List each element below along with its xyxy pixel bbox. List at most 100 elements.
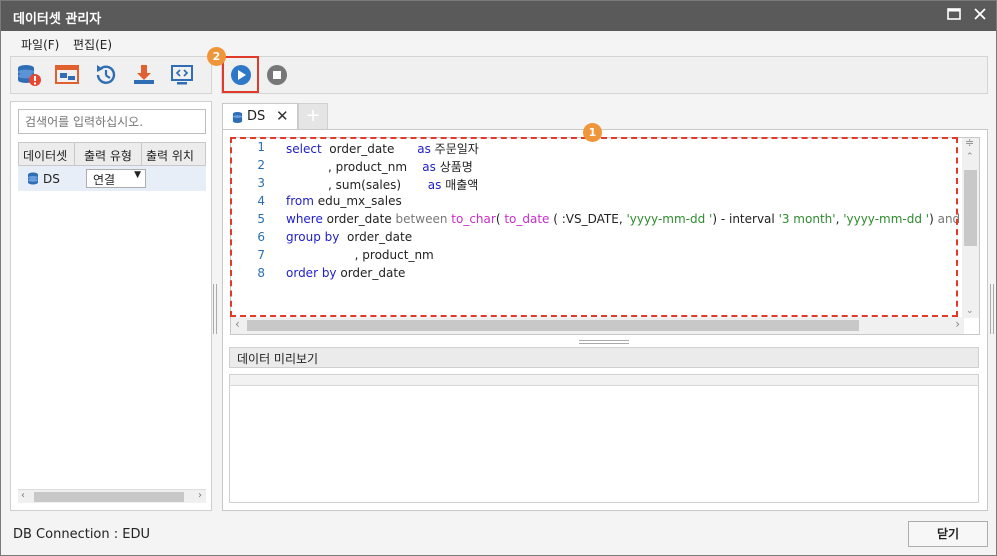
code-token: between [395,212,448,226]
code-text: , product_nm as 상품명 [286,158,473,175]
preview-grid-header [230,375,978,386]
left-horizontal-scrollbar[interactable]: ‹ › [18,489,206,503]
code-token: and [937,212,961,226]
code-line: 2 , product_nm as 상품명 [231,158,961,176]
code-token: order_date [322,212,396,226]
history-icon[interactable] [93,62,119,88]
code-text: from edu_mx_sales [286,194,402,208]
code-token: ( :VS_DATE, [549,212,627,226]
line-number: 3 [257,176,265,190]
database-icon [28,172,38,185]
database-icon [232,112,243,123]
scroll-down-icon[interactable]: ⌄ [966,306,974,316]
code-token: order by [286,266,337,280]
line-number: 2 [257,158,265,172]
code-token: , product_nm [286,248,434,262]
code-token: 매출액 [441,178,479,192]
code-token: as [422,160,436,174]
sql-editor[interactable]: 1 select order_date as 주문일자 2 , product_nm… [230,137,980,335]
scroll-up-icon[interactable]: ⌃ [966,152,974,162]
line-number: 5 [257,212,265,226]
code-token: 'yyyy-mm-dd ' [843,212,930,226]
maximize-icon[interactable] [943,5,965,27]
screen-code-icon[interactable] [169,62,195,88]
menu-bar: 파일(F) 편집(E) [1,31,996,55]
scroll-left-icon[interactable]: ‹ [21,490,25,501]
run-highlight-box [222,56,259,93]
code-line: 4 from edu_mx_sales [231,194,961,212]
code-token: ) - interval [712,212,779,226]
col-output-location[interactable]: 출력 위치 [142,143,205,165]
stop-query-icon[interactable] [264,62,290,88]
scroll-thumb[interactable] [964,170,977,246]
editor-preview-splitter[interactable] [579,340,629,344]
code-token: group by [286,230,340,244]
line-number: 7 [257,248,265,262]
code-token: ) [929,212,938,226]
code-line: 1 select order_date as 주문일자 [231,140,961,158]
download-icon[interactable] [131,62,157,88]
split-editor-icon[interactable]: ≑ [965,138,974,149]
preview-grid [229,374,979,503]
chevron-down-icon: ▼ [134,170,141,180]
code-text: select order_date as 주문일자 [286,140,479,157]
line-number: 6 [257,230,265,244]
code-token: 상품명 [435,160,473,174]
col-dataset[interactable]: 데이터셋 [19,143,75,165]
code-line: 7 , product_nm [231,248,961,266]
code-token: where [286,212,323,226]
editor-horizontal-scrollbar[interactable]: ‹ › [231,317,964,334]
code-token: , product_nm [286,160,423,174]
code-token: from [286,194,314,208]
tab-ds[interactable]: DS ✕ [222,103,298,130]
code-token: order_date [336,266,406,280]
menu-file[interactable]: 파일(F) [21,36,59,53]
code-line: 5 where order_date between to_char( to_da… [231,212,979,230]
code-token: order_date [321,142,418,156]
callout-badge-2: 2 [207,47,226,66]
line-number: 1 [257,140,265,154]
tab-close-icon[interactable]: ✕ [276,107,289,125]
code-line: 6 group by order_date [231,230,961,248]
search-input[interactable] [18,109,206,134]
scroll-right-icon[interactable]: › [198,490,202,501]
title-bar: 데이터셋 관리자 [1,1,996,31]
code-text: where order_date between to_char( to_dat… [286,212,979,226]
code-text: order by order_date [286,266,405,280]
code-token: 주문일자 [430,142,479,156]
output-type-select[interactable]: 연결 ▼ [86,169,146,188]
code-token: to_date [504,212,550,226]
window-title: 데이터셋 관리자 [13,12,102,27]
scroll-left-icon[interactable]: ‹ [235,317,240,331]
window-link-icon[interactable] [54,62,80,88]
scroll-right-icon[interactable]: › [955,317,960,331]
dataset-name: DS [43,171,60,186]
right-splitter[interactable] [990,284,994,334]
code-text: , sum(sales) as 매출액 [286,176,478,193]
code-token: , sum(sales) [286,178,428,192]
dataset-toolbar [10,56,212,94]
code-token: to_char [451,212,496,226]
menu-edit[interactable]: 편집(E) [73,36,112,53]
tab-label: DS [247,109,266,124]
table-row[interactable]: DS 연결 ▼ [18,166,206,191]
col-output-type[interactable]: 출력 유형 [75,143,142,165]
scroll-thumb[interactable] [247,320,859,331]
query-toolbar [221,56,988,94]
scroll-thumb[interactable] [34,492,184,502]
close-icon[interactable] [969,5,991,27]
status-text: DB Connection : EDU [13,527,151,542]
code-line: 8 order by order_date [231,266,961,284]
code-token: order_date [339,230,413,244]
close-button[interactable]: 닫기 [908,521,988,547]
add-tab-button[interactable]: + [298,103,328,130]
output-type-value: 연결 [93,173,116,187]
database-error-icon[interactable] [16,62,42,88]
dataset-list-panel: 데이터셋 출력 유형 출력 위치 DS 연결 ▼ ‹ › [10,101,212,511]
code-token: '3 month' [778,212,836,226]
left-splitter[interactable] [213,284,217,334]
code-token: edu_mx_sales [313,194,402,208]
editor-vertical-scrollbar[interactable]: ≑ ⌃ ⌄ [962,138,979,318]
callout-badge-1: 1 [583,123,602,142]
code-text: , product_nm [286,248,434,262]
